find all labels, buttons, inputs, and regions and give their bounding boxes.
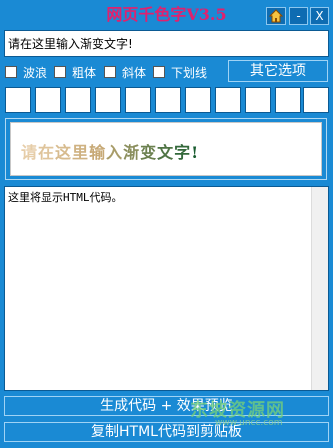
preview-char: 在 xyxy=(38,143,56,162)
italic-label: 斜体 xyxy=(122,65,147,80)
preview-canvas: 请在这里输入渐变文字! xyxy=(10,122,322,176)
generate-preview-button[interactable]: 生成代码 + 效果预览 xyxy=(4,396,329,416)
html-code-output[interactable]: 这里将显示HTML代码。 xyxy=(4,186,329,391)
home-icon xyxy=(268,9,284,23)
color-swatch[interactable] xyxy=(125,87,151,113)
underline-label: 下划线 xyxy=(171,65,208,80)
preview-char: 入 xyxy=(106,143,124,162)
color-swatch[interactable] xyxy=(155,87,181,113)
preview-char: 变 xyxy=(140,143,158,162)
wave-checkbox-box[interactable] xyxy=(5,66,17,78)
preview-char: 字 xyxy=(174,143,192,162)
code-scrollbar[interactable] xyxy=(311,187,328,390)
preview-char: ! xyxy=(191,143,200,162)
copy-html-button[interactable]: 复制HTML代码到剪贴板 xyxy=(4,422,329,442)
preview-char: 里 xyxy=(72,143,90,162)
gradient-preview-text: 请在这里输入渐变文字! xyxy=(21,139,199,163)
preview-panel: 请在这里输入渐变文字! xyxy=(5,118,327,180)
bold-label: 粗体 xyxy=(72,65,97,80)
gradient-text-input[interactable] xyxy=(4,30,329,57)
preview-char: 渐 xyxy=(123,143,141,162)
color-swatch[interactable] xyxy=(185,87,211,113)
preview-char: 请 xyxy=(21,143,39,162)
wave-checkbox[interactable]: 波浪 xyxy=(5,64,47,80)
color-swatch[interactable] xyxy=(303,87,329,113)
color-swatch[interactable] xyxy=(215,87,241,113)
close-button[interactable]: X xyxy=(310,7,329,25)
preview-char: 这 xyxy=(55,143,73,162)
color-swatch[interactable] xyxy=(35,87,61,113)
underline-checkbox-box[interactable] xyxy=(153,66,165,78)
preview-char: 文 xyxy=(157,143,175,162)
color-swatch[interactable] xyxy=(95,87,121,113)
color-swatch[interactable] xyxy=(245,87,271,113)
code-text: 这里将显示HTML代码。 xyxy=(8,191,123,204)
wave-label: 波浪 xyxy=(23,65,48,80)
underline-checkbox[interactable]: 下划线 xyxy=(153,64,207,80)
bold-checkbox[interactable]: 粗体 xyxy=(54,64,96,80)
home-button[interactable] xyxy=(266,7,286,25)
color-swatch[interactable] xyxy=(275,87,301,113)
preview-char: 输 xyxy=(89,143,107,162)
other-options-button[interactable]: 其它选项 xyxy=(228,60,328,82)
minimize-button[interactable]: - xyxy=(289,7,308,25)
color-swatch[interactable] xyxy=(5,87,31,113)
bold-checkbox-box[interactable] xyxy=(54,66,66,78)
color-swatch[interactable] xyxy=(65,87,91,113)
italic-checkbox[interactable]: 斜体 xyxy=(104,64,146,80)
italic-checkbox-box[interactable] xyxy=(104,66,116,78)
